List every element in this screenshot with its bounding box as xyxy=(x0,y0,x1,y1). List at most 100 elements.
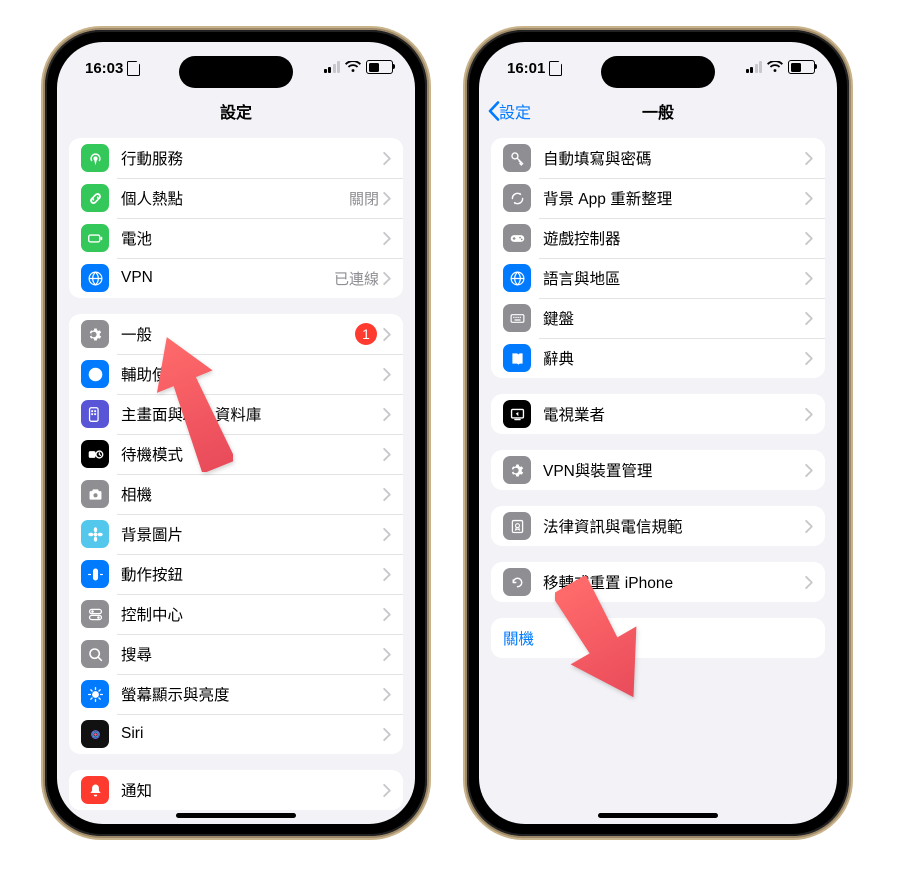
home-indicator[interactable] xyxy=(176,813,296,818)
row-label: 法律資訊與電信規範 xyxy=(543,515,805,537)
chevron-right-icon xyxy=(383,608,391,621)
nav-back[interactable]: 設定 xyxy=(487,90,531,132)
gen-row[interactable]: 一般1 xyxy=(69,314,403,354)
conn-row[interactable]: 電池 xyxy=(69,218,403,258)
nav-title: 一般 xyxy=(642,99,674,123)
chevron-right-icon xyxy=(383,568,391,581)
gen-row[interactable]: 背景圖片 xyxy=(69,514,403,554)
general-list[interactable]: 自動填寫與密碼背景 App 重新整理遊戲控制器語言與地區鍵盤辭典 電視業者 VP… xyxy=(479,132,837,824)
conn-row[interactable]: VPN已連線 xyxy=(69,258,403,298)
keyboard-icon xyxy=(503,304,531,332)
gen-row[interactable]: 控制中心 xyxy=(69,594,403,634)
status-time: 16:03 xyxy=(85,60,123,77)
wifi-icon xyxy=(767,61,783,73)
chevron-right-icon xyxy=(383,328,391,341)
row-label: 背景圖片 xyxy=(121,523,383,545)
chevron-right-icon xyxy=(805,464,813,477)
standby-icon xyxy=(81,440,109,468)
gen-row[interactable]: 待機模式 xyxy=(69,434,403,474)
battery-icon xyxy=(366,60,393,74)
chevron-right-icon xyxy=(383,488,391,501)
conn-row[interactable]: 個人熱點關閉 xyxy=(69,178,403,218)
annotation-arrow-1 xyxy=(153,332,233,472)
row-detail: 已連線 xyxy=(334,268,379,289)
camera-icon xyxy=(81,480,109,508)
conn-row[interactable]: 行動服務 xyxy=(69,138,403,178)
row-label: 行動服務 xyxy=(121,147,383,169)
row-label: 電池 xyxy=(121,227,383,249)
chevron-right-icon xyxy=(383,528,391,541)
row-label: VPN與裝置管理 xyxy=(543,459,805,481)
row-label: 背景 App 重新整理 xyxy=(543,187,805,209)
chevron-right-icon xyxy=(383,152,391,165)
row-label: Siri xyxy=(121,725,383,743)
group-legal: 法律資訊與電信規範 xyxy=(491,506,825,546)
chevron-right-icon xyxy=(383,232,391,245)
switches-icon xyxy=(81,600,109,628)
gen-row[interactable]: 螢幕顯示與亮度 xyxy=(69,674,403,714)
home-indicator[interactable] xyxy=(598,813,718,818)
accessibility-icon xyxy=(81,360,109,388)
notif-row[interactable]: 通知 xyxy=(69,770,403,810)
screen-left: 16:03 設定 行動服務個人熱點關閉電池 VPN已連線 一般1輔助使用主畫面與A… xyxy=(57,42,415,824)
chevron-right-icon xyxy=(383,688,391,701)
chevron-right-icon xyxy=(383,408,391,421)
annotation-arrow-2 xyxy=(555,576,647,706)
gear-icon xyxy=(81,320,109,348)
row-label: 鍵盤 xyxy=(543,307,805,329)
display-icon xyxy=(81,680,109,708)
dynamic-island xyxy=(601,56,715,88)
sim-icon xyxy=(549,61,562,76)
row-label: 相機 xyxy=(121,483,383,505)
gen-row[interactable]: 輔助使用 xyxy=(69,354,403,394)
group-a: 自動填寫與密碼背景 App 重新整理遊戲控制器語言與地區鍵盤辭典 xyxy=(491,138,825,378)
chevron-right-icon xyxy=(383,728,391,741)
settings-list[interactable]: 行動服務個人熱點關閉電池 VPN已連線 一般1輔助使用主畫面與App 資料庫待機模… xyxy=(57,132,415,824)
battery-icon xyxy=(788,60,815,74)
ga-row[interactable]: 遊戲控制器 xyxy=(491,218,825,258)
gen-row[interactable]: 搜尋 xyxy=(69,634,403,674)
row-detail: 關閉 xyxy=(349,188,379,209)
ga-row[interactable]: 背景 App 重新整理 xyxy=(491,178,825,218)
chevron-right-icon xyxy=(805,272,813,285)
refresh-icon xyxy=(503,184,531,212)
chevron-right-icon xyxy=(805,152,813,165)
ga-row[interactable]: 辭典 xyxy=(491,338,825,378)
chevron-right-icon xyxy=(805,408,813,421)
key-icon xyxy=(503,144,531,172)
legal-row[interactable]: 法律資訊與電信規範 xyxy=(491,506,825,546)
chevron-right-icon xyxy=(805,576,813,589)
vpn-row[interactable]: VPN與裝置管理 xyxy=(491,450,825,490)
book-icon xyxy=(503,344,531,372)
chevron-right-icon xyxy=(805,520,813,533)
row-label: 遊戲控制器 xyxy=(543,227,805,249)
action-icon xyxy=(81,560,109,588)
ga-row[interactable]: 自動填寫與密碼 xyxy=(491,138,825,178)
ga-row[interactable]: 語言與地區 xyxy=(491,258,825,298)
cert-icon xyxy=(503,512,531,540)
chevron-right-icon xyxy=(383,272,391,285)
group-vpn: VPN與裝置管理 xyxy=(491,450,825,490)
ga-row[interactable]: 鍵盤 xyxy=(491,298,825,338)
cellular-icon xyxy=(324,61,341,73)
phone-left: 16:03 設定 行動服務個人熱點關閉電池 VPN已連線 一般1輔助使用主畫面與A… xyxy=(45,30,427,836)
shutdown-label: 關機 xyxy=(503,627,534,649)
badge: 1 xyxy=(355,323,377,345)
nav-title: 設定 xyxy=(220,99,252,123)
tv-row[interactable]: 電視業者 xyxy=(491,394,825,434)
gen-row[interactable]: 動作按鈕 xyxy=(69,554,403,594)
nav-back-label: 設定 xyxy=(499,99,531,123)
group-notifications: 通知 xyxy=(69,770,403,810)
gen-row[interactable]: Siri xyxy=(69,714,403,754)
row-label: 動作按鈕 xyxy=(121,563,383,585)
gen-row[interactable]: 主畫面與App 資料庫 xyxy=(69,394,403,434)
reset-row[interactable]: 移轉或重置 iPhone xyxy=(491,562,825,602)
row-label: VPN xyxy=(121,269,334,287)
chevron-right-icon xyxy=(383,784,391,797)
group-connectivity: 行動服務個人熱點關閉電池 VPN已連線 xyxy=(69,138,403,298)
row-label: 通知 xyxy=(121,779,383,801)
tv-icon xyxy=(503,400,531,428)
gen-row[interactable]: 相機 xyxy=(69,474,403,514)
row-label: 辭典 xyxy=(543,347,805,369)
shutdown-row[interactable]: 關機 xyxy=(491,618,825,658)
